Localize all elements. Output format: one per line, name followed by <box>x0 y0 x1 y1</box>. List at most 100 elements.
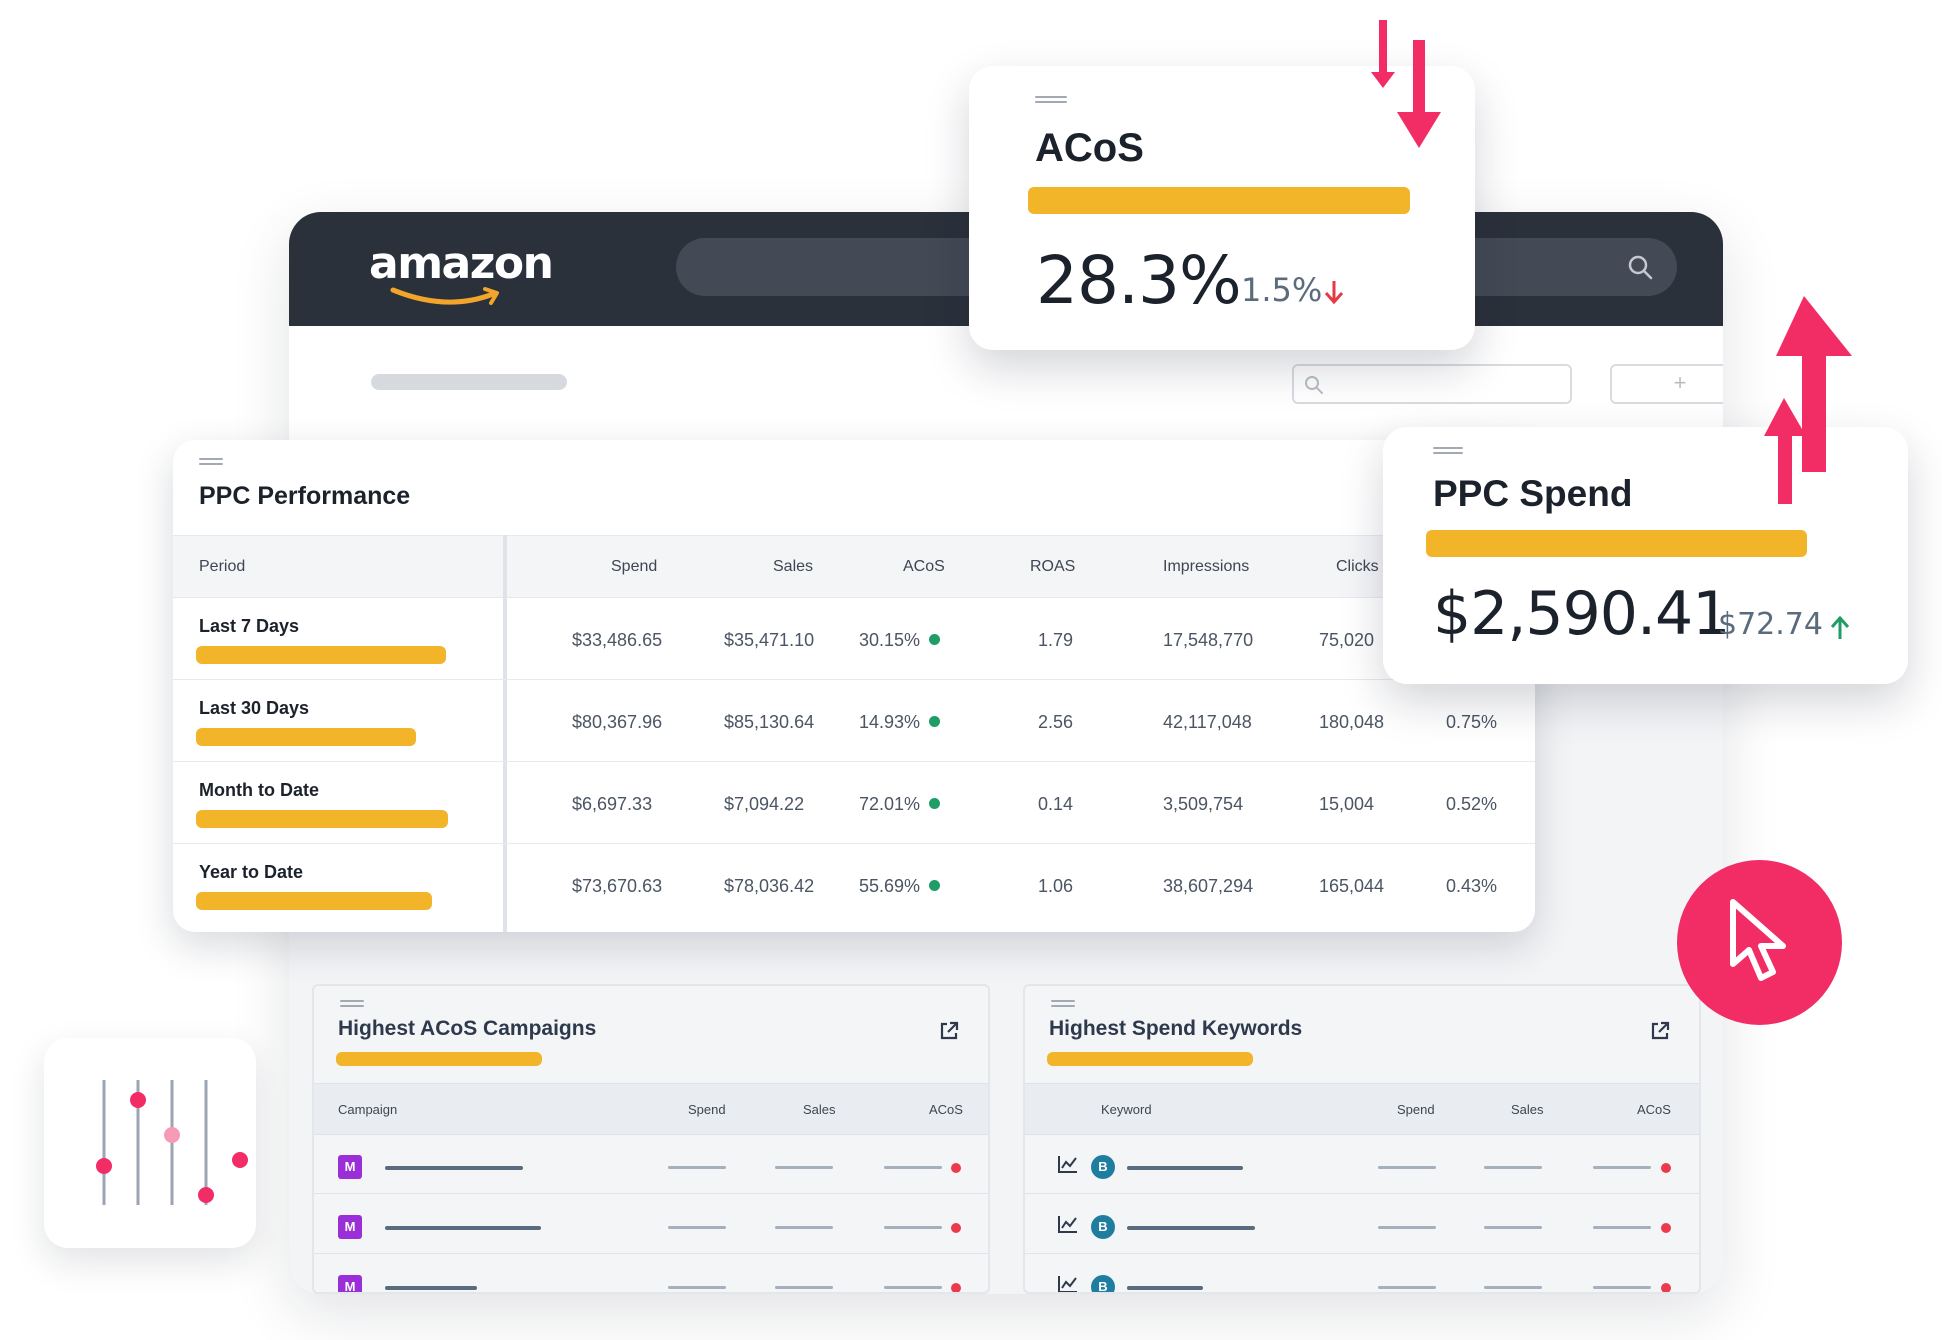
table-row[interactable]: M <box>314 1135 988 1194</box>
acos-placeholder <box>884 1226 942 1229</box>
col-roas[interactable]: ROAS <box>1030 558 1075 576</box>
panel-title: Highest ACoS Campaigns <box>338 1017 597 1040</box>
arrow-up-icon <box>1764 398 1806 504</box>
campaign-name-placeholder <box>385 1166 523 1170</box>
filter-search-input[interactable] <box>1292 364 1572 404</box>
spend-placeholder <box>1378 1226 1436 1229</box>
drag-handle-icon[interactable] <box>1035 96 1067 104</box>
table-row[interactable]: Month to Date $6,697.33 $7,094.22 72.01%… <box>173 762 1535 844</box>
table-row[interactable]: M <box>314 1255 988 1292</box>
keyword-placeholder <box>1127 1166 1243 1170</box>
col-period[interactable]: Period <box>199 558 245 576</box>
col-acos[interactable]: ACoS <box>903 558 945 576</box>
col-spend[interactable]: Spend <box>688 1102 726 1117</box>
line-chart-icon[interactable] <box>1057 1214 1079 1234</box>
page-title-placeholder <box>371 374 567 390</box>
line-chart-icon[interactable] <box>1057 1154 1079 1174</box>
col-keyword[interactable]: Keyword <box>1101 1102 1152 1117</box>
col-campaign[interactable]: Campaign <box>338 1102 397 1117</box>
period-label: Year to Date <box>199 862 304 882</box>
sales-placeholder <box>775 1166 833 1169</box>
table-row[interactable]: Last 7 Days $33,486.65 $35,471.10 30.15%… <box>173 598 1535 680</box>
table-row[interactable]: M <box>314 1195 988 1254</box>
sales-value: $35,471.10 <box>724 630 815 650</box>
brand-badge: B <box>1091 1215 1115 1239</box>
external-link-icon[interactable] <box>1649 1020 1671 1042</box>
metric-bar <box>1426 530 1807 557</box>
sales-value: $85,130.64 <box>724 712 815 732</box>
metric-bar <box>1028 187 1410 214</box>
roas-value: 1.06 <box>1038 876 1074 896</box>
table-row[interactable]: B <box>1025 1255 1699 1294</box>
col-sales[interactable]: Sales <box>1511 1102 1544 1117</box>
acos-placeholder <box>884 1166 942 1169</box>
acos-text: 72.01% <box>859 794 921 814</box>
status-dot <box>951 1283 961 1292</box>
arrow-up-icon <box>1830 615 1850 639</box>
impressions-value: 17,548,770 <box>1163 630 1254 650</box>
arrow-down-icon <box>1371 20 1441 148</box>
marketplace-badge: M <box>338 1275 362 1292</box>
card-title: PPC Performance <box>199 482 411 510</box>
add-button[interactable]: + <box>1610 364 1723 404</box>
spend-placeholder <box>668 1286 726 1289</box>
acos-text: 55.69% <box>859 876 921 896</box>
drag-handle-icon[interactable] <box>1051 1000 1075 1008</box>
period-bar <box>196 728 416 746</box>
marketplace-badge: M <box>338 1215 362 1239</box>
status-dot <box>1661 1223 1671 1233</box>
period-label: Month to Date <box>199 780 319 800</box>
clicks-value: 75,020 <box>1319 630 1375 650</box>
table-row[interactable]: Year to Date $73,670.63 $78,036.42 55.69… <box>173 844 1535 926</box>
spend-value: $80,367.96 <box>572 712 663 732</box>
metric-change: $72.74 <box>1718 607 1823 642</box>
col-spend[interactable]: Spend <box>1397 1102 1435 1117</box>
sales-placeholder <box>1484 1286 1542 1289</box>
impressions-value: 3,509,754 <box>1163 794 1244 814</box>
col-spend[interactable]: Spend <box>611 558 657 576</box>
spend-placeholder <box>1378 1286 1436 1289</box>
acos-value: 14.93% <box>859 712 941 733</box>
col-acos[interactable]: ACoS <box>929 1102 963 1117</box>
filter-sliders-tile <box>44 1038 256 1248</box>
card-title: PPC Spend <box>1433 473 1633 514</box>
amazon-logo[interactable]: amazon <box>369 238 554 308</box>
col-acos[interactable]: ACoS <box>1637 1102 1671 1117</box>
panel-title-bar <box>1047 1052 1253 1066</box>
campaign-name-placeholder <box>385 1286 477 1290</box>
clicks-value: 165,044 <box>1319 876 1385 896</box>
external-link-icon[interactable] <box>938 1020 960 1042</box>
search-icon[interactable] <box>1627 254 1653 280</box>
period-bar <box>196 646 446 664</box>
logo-text: amazon <box>369 238 554 289</box>
acos-value: 30.15% <box>859 630 941 651</box>
highest-spend-keywords-panel: Highest Spend Keywords Keyword Spend Sal… <box>1023 984 1701 1294</box>
col-sales[interactable]: Sales <box>803 1102 836 1117</box>
sales-placeholder <box>1484 1226 1542 1229</box>
table-row[interactable]: B <box>1025 1195 1699 1254</box>
clicks-value: 15,004 <box>1319 794 1375 814</box>
sales-value: $7,094.22 <box>724 794 805 814</box>
ctr-value: 0.52% <box>1446 794 1498 814</box>
sales-placeholder <box>775 1226 833 1229</box>
status-dot <box>929 880 941 891</box>
col-sales[interactable]: Sales <box>773 558 813 576</box>
arrow-down-icon <box>1324 281 1344 305</box>
col-clicks[interactable]: Clicks <box>1336 558 1379 576</box>
search-icon <box>1305 376 1323 394</box>
roas-value: 2.56 <box>1038 712 1074 732</box>
drag-handle-icon[interactable] <box>1433 447 1463 455</box>
line-chart-icon[interactable] <box>1057 1274 1079 1294</box>
spend-value: $73,670.63 <box>572 876 663 896</box>
col-impressions[interactable]: Impressions <box>1163 558 1249 576</box>
metric-value: 28.3% <box>1036 242 1242 319</box>
drag-handle-icon[interactable] <box>340 1000 364 1008</box>
ctr-value: 0.75% <box>1446 712 1498 732</box>
spend-value: $6,697.33 <box>572 794 653 814</box>
sales-value: $78,036.42 <box>724 876 815 896</box>
marketplace-badge: M <box>338 1155 362 1179</box>
table-row[interactable]: Last 30 Days $80,367.96 $85,130.64 14.93… <box>173 680 1535 762</box>
table-row[interactable]: B <box>1025 1135 1699 1194</box>
drag-handle-icon[interactable] <box>199 458 223 466</box>
metric-change: 1.5% <box>1241 271 1323 309</box>
